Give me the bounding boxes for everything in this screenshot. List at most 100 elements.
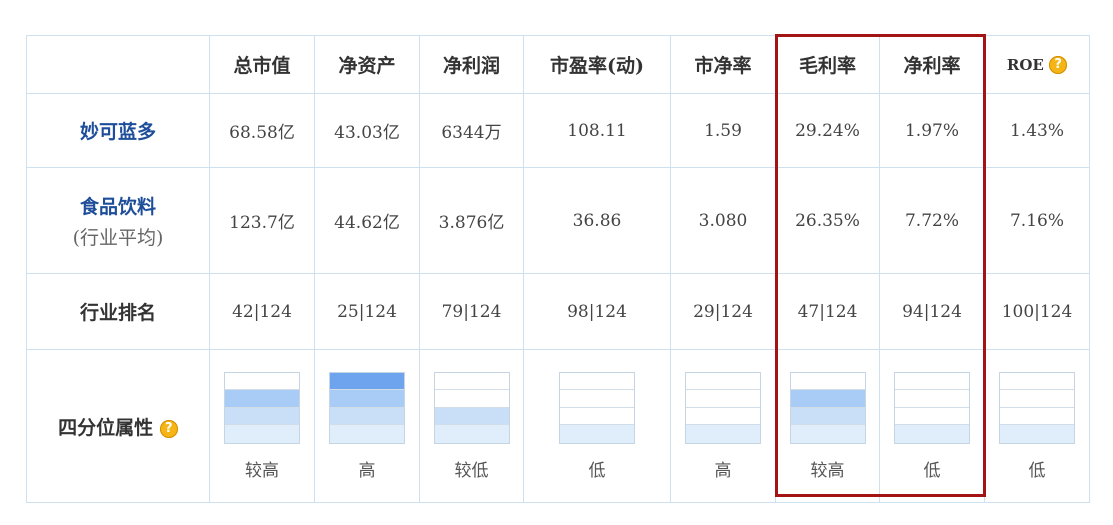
industry-value: 7.16% [984, 167, 1090, 274]
quartile-segment [686, 425, 760, 443]
quartile-text: 高 [714, 460, 732, 481]
quartile-text: 低 [588, 460, 606, 481]
industry-average-row: 食品饮料 (行业平均) 123.7亿 44.62亿 3.876亿 36.86 3… [26, 167, 1090, 274]
quartile-cell: 低 [523, 349, 671, 503]
quartile-segment [686, 390, 760, 408]
quartile-indicator [789, 371, 866, 444]
industry-name-link[interactable]: 食品饮料 [80, 196, 156, 218]
quartile-text: 高 [358, 460, 376, 481]
rank-value: 79|124 [419, 273, 524, 350]
industry-value: 44.62亿 [314, 167, 420, 274]
roe-help-icon[interactable]: ? [1049, 55, 1068, 74]
quartile-segment [1000, 390, 1074, 408]
quartile-segment [225, 390, 299, 408]
quartile-cell: 低 [984, 349, 1090, 503]
quartile-segment [790, 407, 865, 425]
rank-value: 100|124 [984, 273, 1090, 350]
quartile-cell: 高 [670, 349, 776, 503]
company-value: 43.03亿 [314, 93, 420, 168]
quartile-indicator [224, 371, 300, 444]
quartile-indicator [433, 371, 510, 444]
quartile-row: 四分位属性 ? 较高 高 较低 低 高 较高 低 低 [26, 349, 1090, 503]
quartile-indicator [685, 371, 761, 444]
quartile-label: 四分位属性 [58, 416, 154, 439]
company-value: 1.59 [670, 93, 776, 168]
quartile-segment [225, 373, 299, 390]
rank-value: 98|124 [523, 273, 671, 350]
quartile-segment [330, 390, 404, 408]
quartile-segment [434, 373, 509, 390]
financial-comparison-table: 总市值 净资产 净利润 市盈率(动) 市净率 毛利率 净利率 ROE ? 妙可蓝… [26, 35, 1090, 503]
roe-label: ROE [1006, 55, 1044, 74]
quartile-cell: 较低 [419, 349, 524, 503]
rank-value: 25|124 [314, 273, 420, 350]
header-row: 总市值 净资产 净利润 市盈率(动) 市净率 毛利率 净利率 ROE ? [26, 35, 1090, 94]
quartile-segment [560, 408, 634, 425]
header-pe-ratio: 市盈率(动) [523, 35, 671, 94]
header-total-market-cap: 总市值 [209, 35, 315, 94]
quartile-cell: 较高 [209, 349, 315, 503]
industry-value: 7.72% [879, 167, 985, 274]
quartile-segment [560, 373, 634, 390]
quartile-cell: 高 [314, 349, 420, 503]
header-gross-margin: 毛利率 [775, 35, 880, 94]
industry-value: 26.35% [775, 167, 880, 274]
company-value: 1.43% [984, 93, 1090, 168]
quartile-segment [1000, 425, 1074, 443]
rank-value: 29|124 [670, 273, 776, 350]
quartile-indicator [894, 371, 970, 444]
quartile-segment [434, 425, 509, 443]
quartile-text: 较低 [454, 460, 489, 481]
industry-rank-label: 行业排名 [26, 273, 210, 350]
industry-value: 3.080 [670, 167, 776, 274]
quartile-text: 较高 [810, 460, 845, 481]
company-value: 6344万 [419, 93, 524, 168]
quartile-label-cell: 四分位属性 ? [26, 349, 210, 503]
industry-value: 123.7亿 [209, 167, 315, 274]
quartile-segment [895, 390, 969, 408]
quartile-segment [330, 407, 404, 425]
quartile-segment [686, 408, 760, 425]
quartile-segment [560, 390, 634, 408]
quartile-segment [790, 373, 865, 390]
header-pb-ratio: 市净率 [670, 35, 776, 94]
quartile-help-icon[interactable]: ? [159, 419, 178, 438]
quartile-segment [225, 425, 299, 443]
quartile-indicator [999, 371, 1075, 444]
industry-label-cell: 食品饮料 (行业平均) [26, 167, 210, 274]
quartile-text: 较高 [245, 460, 279, 481]
industry-average-sublabel: (行业平均) [72, 226, 164, 249]
rank-value: 42|124 [209, 273, 315, 350]
rank-value: 47|124 [775, 273, 880, 350]
quartile-segment [790, 425, 865, 443]
quartile-segment [1000, 408, 1074, 425]
quartile-segment [686, 373, 760, 390]
rank-value: 94|124 [879, 273, 985, 350]
quartile-segment [895, 408, 969, 425]
header-corner [26, 35, 210, 94]
header-net-assets: 净资产 [314, 35, 420, 94]
header-roe: ROE ? [984, 35, 1090, 94]
quartile-segment [225, 407, 299, 425]
company-value: 29.24% [775, 93, 880, 168]
quartile-segment [895, 425, 969, 443]
quartile-text: 低 [1028, 460, 1046, 481]
company-row: 妙可蓝多 68.58亿 43.03亿 6344万 108.11 1.59 29.… [26, 93, 1090, 168]
company-name-link[interactable]: 妙可蓝多 [26, 93, 210, 168]
quartile-indicator [559, 371, 635, 444]
quartile-segment [1000, 373, 1074, 390]
quartile-indicator [329, 371, 405, 444]
company-value: 108.11 [523, 93, 671, 168]
quartile-segment [434, 390, 509, 408]
company-value: 1.97% [879, 93, 985, 168]
header-net-margin: 净利率 [879, 35, 985, 94]
quartile-cell: 低 [879, 349, 985, 503]
industry-value: 3.876亿 [419, 167, 524, 274]
quartile-segment [330, 425, 404, 443]
industry-rank-row: 行业排名 42|124 25|124 79|124 98|124 29|124 … [26, 273, 1090, 350]
header-net-profit: 净利润 [419, 35, 524, 94]
quartile-segment [330, 372, 404, 390]
quartile-segment [560, 425, 634, 443]
quartile-text: 低 [923, 460, 941, 481]
quartile-segment [434, 407, 509, 425]
